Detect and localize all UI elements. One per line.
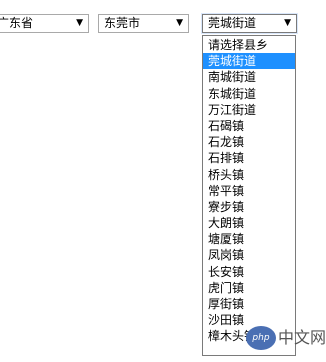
dropdown-option[interactable]: 莞城街道 (203, 53, 295, 70)
dropdown-option[interactable]: 寮步镇 (203, 199, 295, 215)
chevron-down-icon: ▼ (284, 18, 291, 28)
dropdown-option[interactable]: 厚街镇 (203, 296, 295, 312)
province-select-value: 广东省 (0, 16, 34, 30)
php-logo-icon: php (246, 326, 276, 350)
dropdown-option[interactable]: 请选择县乡 (203, 37, 295, 53)
dropdown-option[interactable]: 东城街道 (203, 86, 295, 102)
district-select-value: 莞城街道 (208, 16, 257, 30)
dropdown-option[interactable]: 南城街道 (203, 69, 295, 85)
dropdown-option[interactable]: 凤岗镇 (203, 247, 295, 263)
dropdown-option[interactable]: 石排镇 (203, 150, 295, 166)
watermark-site-text: 中文网 (278, 328, 326, 347)
district-dropdown-list[interactable]: 请选择县乡 莞城街道 南城街道 东城街道 万江街道 石碣镇 石龙镇 石排镇 桥头镇 常平镇 寮步镇大… (202, 35, 296, 356)
province-select[interactable]: 广东省 ▼ (0, 14, 89, 33)
dropdown-option[interactable]: 虎门镇 (203, 280, 295, 296)
city-select-value: 东莞市 (104, 16, 141, 30)
dropdown-option[interactable]: 塘厦镇 (203, 231, 295, 247)
dropdown-option[interactable]: 桥头镇 (203, 167, 295, 183)
dropdown-options: 请选择县乡 莞城街道 南城街道 东城街道 万江街道 石碣镇 石龙镇 石排镇 桥头镇 常平镇 寮步镇大… (203, 36, 295, 345)
city-select[interactable]: 东莞市 ▼ (98, 14, 189, 33)
district-select[interactable]: 莞城街道 ▼ (202, 14, 297, 33)
dropdown-option[interactable]: 石碣镇 (203, 118, 295, 134)
dropdown-option[interactable]: 万江街道 (203, 102, 295, 118)
dropdown-option[interactable]: 长安镇 (203, 264, 295, 280)
dropdown-option[interactable]: 大朗镇 (203, 215, 295, 231)
chevron-down-icon: ▼ (176, 18, 183, 28)
dropdown-option[interactable]: 常平镇 (203, 183, 295, 199)
chevron-down-icon: ▼ (76, 18, 83, 28)
dropdown-option[interactable]: 石龙镇 (203, 134, 295, 150)
site-watermark: php 中文网 (246, 323, 326, 353)
